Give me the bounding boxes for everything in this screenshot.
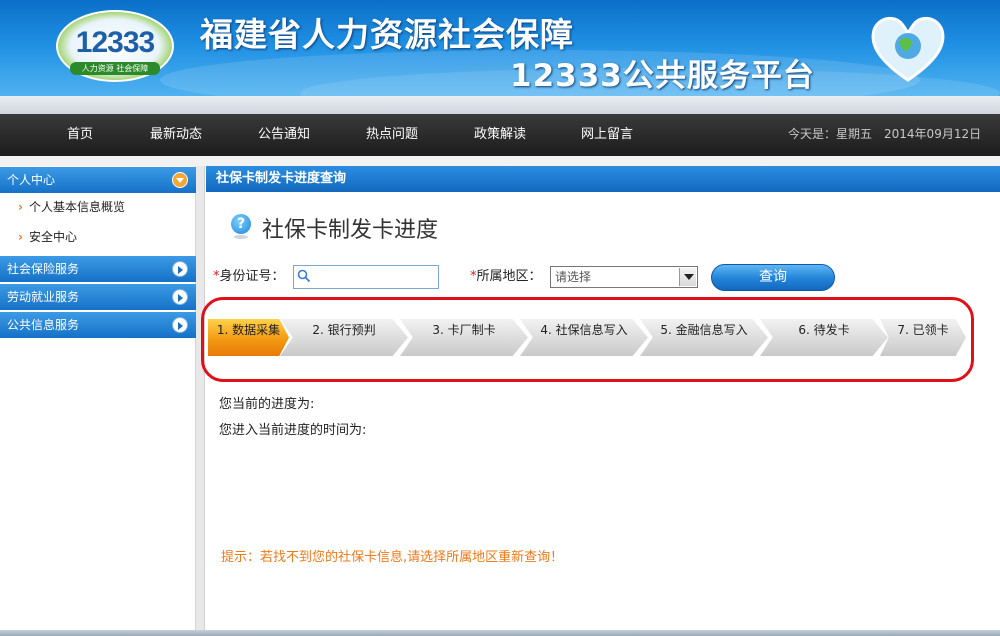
step-label: 3. 卡厂制卡 bbox=[432, 323, 496, 337]
step-label: 7. 已领卡 bbox=[897, 323, 949, 337]
step-card-factory[interactable]: 3. 卡厂制卡 bbox=[400, 319, 528, 356]
nav-item-messages[interactable]: 网上留言 bbox=[581, 114, 633, 156]
step-label: 5. 金融信息写入 bbox=[660, 323, 748, 337]
search-icon bbox=[297, 269, 311, 283]
chevron-down-icon[interactable] bbox=[679, 268, 696, 286]
step-card-received[interactable]: 7. 已领卡 bbox=[880, 319, 966, 356]
today-label: 今天是：星期五 bbox=[788, 127, 873, 141]
id-number-input[interactable] bbox=[293, 265, 439, 289]
query-button[interactable]: 查询 bbox=[711, 264, 835, 291]
logo-subtitle: 人力资源 社会保障 bbox=[70, 62, 160, 75]
nav-item-announcements[interactable]: 公告通知 bbox=[258, 114, 310, 156]
page-title: 社保卡制发卡进度 bbox=[262, 218, 439, 243]
heart-hands-icon bbox=[871, 16, 945, 82]
sidebar: 个人中心 › 个人基本信息概览 › 安全中心 社会保险服务 劳动就业服务 公共信息服… bbox=[0, 166, 196, 636]
enter-time-label: 您进入当前进度的时间为: bbox=[219, 423, 367, 438]
question-icon: ? bbox=[231, 214, 251, 239]
site-logo[interactable]: 12333 人力资源 社会保障 bbox=[56, 10, 174, 82]
id-number-label: *身份证号： bbox=[213, 269, 285, 284]
step-bank-prejudge[interactable]: 2. 银行预判 bbox=[280, 319, 408, 356]
taskbar-edge bbox=[0, 630, 1000, 636]
date-value: 2014年09月12日 bbox=[884, 127, 982, 141]
sidebar-section-social-insurance[interactable]: 社会保险服务 bbox=[0, 256, 196, 282]
sidebar-section-label: 公共信息服务 bbox=[7, 318, 80, 332]
sidebar-item-basic-info[interactable]: › 个人基本信息概览 bbox=[18, 197, 125, 217]
sidebar-item-security-center[interactable]: › 安全中心 bbox=[18, 227, 77, 247]
chevron-right-icon: › bbox=[18, 230, 23, 244]
step-finance-info-write[interactable]: 5. 金融信息写入 bbox=[640, 319, 768, 356]
sidebar-section-personal-center[interactable]: 个人中心 bbox=[0, 167, 196, 193]
today-date: 今天是：星期五 2014年09月12日 bbox=[788, 114, 981, 156]
nav-item-hot-issues[interactable]: 热点问题 bbox=[366, 114, 418, 156]
step-label: 2. 银行预判 bbox=[312, 323, 376, 337]
sidebar-item-label: 安全中心 bbox=[28, 230, 77, 244]
nav-item-latest-news[interactable]: 最新动态 bbox=[150, 114, 202, 156]
step-data-collection[interactable]: 1. 数据采集 bbox=[208, 319, 289, 356]
chevron-down-icon bbox=[172, 172, 188, 188]
current-progress-label: 您当前的进度为: bbox=[219, 397, 315, 412]
region-selected-value: 请选择 bbox=[555, 270, 592, 284]
nav-item-policy[interactable]: 政策解读 bbox=[474, 114, 526, 156]
step-pending-issue[interactable]: 6. 待发卡 bbox=[760, 319, 888, 356]
site-title-line1: 福建省人力资源社会保障 bbox=[200, 15, 574, 54]
chevron-right-icon bbox=[172, 289, 188, 305]
chevron-right-icon bbox=[172, 317, 188, 333]
region-label: *所属地区： bbox=[470, 269, 542, 284]
sidebar-section-public-info[interactable]: 公共信息服务 bbox=[0, 312, 196, 338]
nav-item-home[interactable]: 首页 bbox=[67, 114, 93, 156]
main-nav: 首页 最新动态 公告通知 热点问题 政策解读 网上留言 今天是：星期五 2014年… bbox=[0, 114, 1000, 156]
step-label: 4. 社保信息写入 bbox=[540, 323, 628, 337]
region-select[interactable]: 请选择 bbox=[550, 266, 698, 288]
chevron-right-icon: › bbox=[18, 200, 23, 214]
chevron-right-icon bbox=[172, 261, 188, 277]
sidebar-item-label: 个人基本信息概览 bbox=[28, 200, 125, 214]
sidebar-section-label: 社会保险服务 bbox=[7, 262, 80, 276]
logo-number: 12333 bbox=[75, 26, 155, 59]
step-label: 1. 数据采集 bbox=[216, 323, 281, 337]
site-header: 12333 人力资源 社会保障 福建省人力资源社会保障 12333公共服务平台 bbox=[0, 0, 1000, 96]
page: 12333 人力资源 社会保障 福建省人力资源社会保障 12333公共服务平台 … bbox=[0, 0, 1000, 636]
site-title-line2: 12333公共服务平台 bbox=[510, 58, 815, 94]
step-social-info-write[interactable]: 4. 社保信息写入 bbox=[520, 319, 648, 356]
sidebar-section-label: 个人中心 bbox=[7, 173, 56, 187]
step-label: 6. 待发卡 bbox=[798, 323, 850, 337]
section-title: 社保卡制发卡进度查询 bbox=[206, 166, 1000, 192]
sidebar-section-employment[interactable]: 劳动就业服务 bbox=[0, 284, 196, 310]
tip-text: 提示：若找不到您的社保卡信息,请选择所属地区重新查询！ bbox=[221, 550, 564, 565]
sidebar-section-label: 劳动就业服务 bbox=[7, 290, 80, 304]
